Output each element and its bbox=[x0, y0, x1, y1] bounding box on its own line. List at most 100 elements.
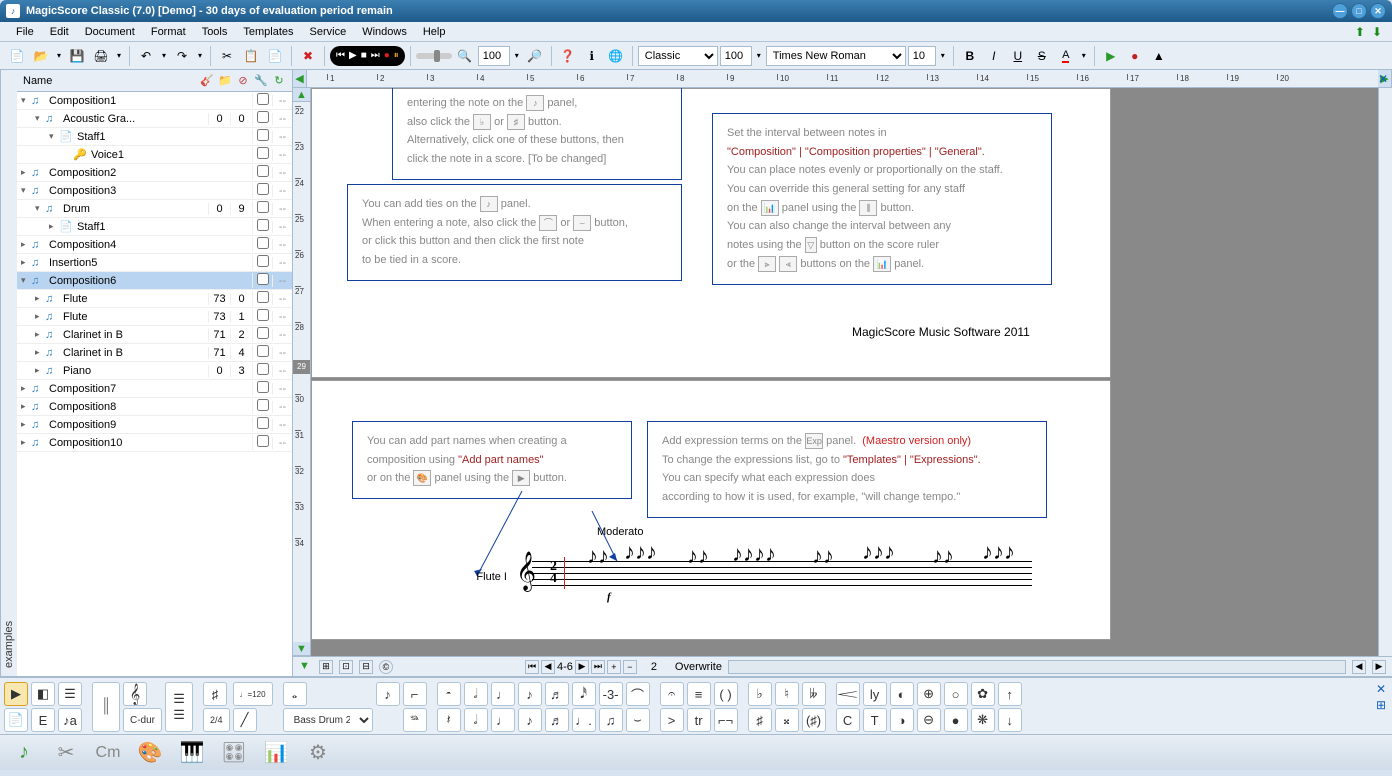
tree-row[interactable]: ▾📄Staff1-- bbox=[17, 128, 292, 146]
tree-row[interactable]: ▾♫Acoustic Gra...00-- bbox=[17, 110, 292, 128]
horizontal-scrollbar[interactable] bbox=[728, 660, 1346, 674]
volta-tool[interactable]: ⌐ bbox=[403, 682, 427, 706]
bracket-tool[interactable]: ⌐¬ bbox=[714, 708, 738, 732]
tree-toggle[interactable]: ▸ bbox=[35, 347, 45, 358]
drum-select[interactable]: Bass Drum 2 bbox=[283, 708, 373, 732]
lyrics-tool[interactable]: ♪a bbox=[58, 708, 82, 732]
new-button[interactable]: 📄 bbox=[6, 45, 28, 67]
arrow-down-tool[interactable]: ↓ bbox=[998, 708, 1022, 732]
settings-view-icon[interactable]: ⚙ bbox=[304, 739, 332, 767]
note-eighth2[interactable]: ♪ bbox=[518, 708, 542, 732]
web-button[interactable]: 🌐 bbox=[605, 45, 627, 67]
natural-tool[interactable]: ♮ bbox=[775, 682, 799, 706]
note-half-stem[interactable]: 𝅗𝅥 bbox=[464, 708, 488, 732]
refresh-icon[interactable]: ↻ bbox=[272, 74, 286, 88]
tree-toggle[interactable]: ▸ bbox=[35, 329, 45, 340]
tree-checkbox[interactable] bbox=[257, 183, 269, 195]
tree-row[interactable]: ▸♫Clarinet in B712-- bbox=[17, 326, 292, 344]
print-button[interactable]: 🖨 bbox=[90, 45, 112, 67]
barline-tool[interactable]: 𝄁 bbox=[92, 682, 120, 732]
scroll-left-button[interactable]: ◀ bbox=[1352, 660, 1366, 674]
tree-row[interactable]: ▸♫Composition7-- bbox=[17, 380, 292, 398]
copy-button[interactable]: 📋 bbox=[240, 45, 262, 67]
prev-page-button[interactable]: ◀ bbox=[541, 660, 555, 674]
tree-checkbox[interactable] bbox=[257, 273, 269, 285]
tree-toggle[interactable]: ▸ bbox=[35, 293, 45, 304]
close-doc-button[interactable]: ✕ bbox=[1378, 72, 1388, 86]
dblflat-tool[interactable]: 𝄫 bbox=[802, 682, 826, 706]
tree-toggle[interactable]: ▸ bbox=[35, 311, 45, 322]
font-color-dropdown[interactable]: ▾ bbox=[1079, 45, 1089, 67]
note-eighth[interactable]: ♪ bbox=[518, 682, 542, 706]
tree-toggle[interactable]: ▾ bbox=[21, 95, 31, 106]
symbol8-tool[interactable]: ❋ bbox=[971, 708, 995, 732]
font-color-button[interactable]: A bbox=[1055, 45, 1077, 67]
play-button[interactable]: ▶ bbox=[349, 50, 357, 61]
ruler-up-button[interactable]: ▲ bbox=[293, 88, 310, 102]
underline-button[interactable]: U bbox=[1007, 45, 1029, 67]
note-32[interactable]: 𝅘𝅥𝅰 bbox=[572, 682, 596, 706]
maximize-button[interactable]: □ bbox=[1351, 3, 1367, 19]
redo-dropdown[interactable]: ▾ bbox=[195, 45, 205, 67]
pointer-tool[interactable]: ▶ bbox=[4, 682, 28, 706]
tree-toggle[interactable]: ▸ bbox=[21, 239, 31, 250]
play-score-button[interactable]: ▶ bbox=[1100, 45, 1122, 67]
note-sixteenth[interactable]: ♬ bbox=[545, 682, 569, 706]
timesig-tool[interactable]: 2/4 bbox=[203, 708, 230, 732]
symbol5-tool[interactable]: ○ bbox=[944, 682, 968, 706]
nav-up-button[interactable]: ⬆ bbox=[1353, 25, 1367, 39]
fermata-tool[interactable]: 𝄐 bbox=[660, 682, 684, 706]
palette-view-icon[interactable]: 🎨 bbox=[136, 739, 164, 767]
courtesy-tool[interactable]: (♯) bbox=[802, 708, 826, 732]
view1-button[interactable]: ⊞ bbox=[319, 660, 333, 674]
symbol7-tool[interactable]: ✿ bbox=[971, 682, 995, 706]
tree-checkbox[interactable] bbox=[257, 165, 269, 177]
info-button[interactable]: ℹ bbox=[581, 45, 603, 67]
menu-help[interactable]: Help bbox=[415, 24, 454, 40]
tree-row[interactable]: ▸📄Staff1-- bbox=[17, 218, 292, 236]
rest-quarter[interactable]: 𝄽 bbox=[437, 708, 461, 732]
zoom-input[interactable] bbox=[478, 46, 510, 66]
beam-tool[interactable]: ♫ bbox=[599, 708, 623, 732]
line-tool[interactable]: ╱ bbox=[233, 708, 257, 732]
tree-toggle[interactable]: ▾ bbox=[35, 113, 45, 124]
strike-button[interactable]: S bbox=[1031, 45, 1053, 67]
first-page-button[interactable]: ⏮ bbox=[525, 660, 539, 674]
tree-checkbox[interactable] bbox=[257, 201, 269, 213]
horizontal-ruler[interactable]: ◀ 1234567891011121314151617181920 ▶ ✕ bbox=[293, 70, 1392, 88]
pause-button[interactable]: ⏸ bbox=[394, 50, 399, 61]
arrow-up-tool[interactable]: ↑ bbox=[998, 682, 1022, 706]
symbol1-tool[interactable]: ◐ bbox=[890, 682, 914, 706]
view2-button[interactable]: ⊡ bbox=[339, 660, 353, 674]
redo-button[interactable]: ↷ bbox=[171, 45, 193, 67]
tree-row[interactable]: ▸♫Clarinet in B714-- bbox=[17, 344, 292, 362]
symbol2-tool[interactable]: ◑ bbox=[890, 708, 914, 732]
delete-button[interactable]: ✖ bbox=[297, 45, 319, 67]
trill-tool[interactable]: tr bbox=[687, 708, 711, 732]
scroll-right-button[interactable]: ▶ bbox=[1372, 660, 1386, 674]
tree-row[interactable]: 🔑Voice1-- bbox=[17, 146, 292, 164]
tree-checkbox[interactable] bbox=[257, 147, 269, 159]
tree-checkbox[interactable] bbox=[257, 255, 269, 267]
menu-format[interactable]: Format bbox=[143, 24, 194, 40]
view3-button[interactable]: ⊟ bbox=[359, 660, 373, 674]
bold-button[interactable]: B bbox=[959, 45, 981, 67]
tree-checkbox[interactable] bbox=[257, 291, 269, 303]
tree-toggle[interactable]: ▸ bbox=[21, 437, 31, 448]
tree-toggle[interactable]: ▾ bbox=[35, 203, 45, 214]
paste-button[interactable]: 📄 bbox=[264, 45, 286, 67]
note-half[interactable]: 𝅗𝅥 bbox=[464, 682, 488, 706]
tree-row[interactable]: ▸♫Piano03-- bbox=[17, 362, 292, 380]
examples-tab[interactable]: examples bbox=[0, 70, 17, 676]
tree-toggle[interactable]: ▸ bbox=[21, 257, 31, 268]
save-button[interactable]: 💾 bbox=[66, 45, 88, 67]
tree-toggle[interactable]: ▾ bbox=[21, 275, 31, 286]
text-tool[interactable]: E bbox=[31, 708, 55, 732]
mixer-view-icon[interactable]: 🎛 bbox=[220, 739, 248, 767]
tools-icon[interactable]: 🔧 bbox=[254, 74, 268, 88]
style-size-dropdown[interactable]: ▾ bbox=[754, 45, 764, 67]
clef-tool[interactable]: 𝄞 bbox=[123, 682, 147, 706]
note-sixteenth2[interactable]: ♬ bbox=[545, 708, 569, 732]
tree-row[interactable]: ▸♫Composition4-- bbox=[17, 236, 292, 254]
tremolo-tool[interactable]: ≡ bbox=[687, 682, 711, 706]
